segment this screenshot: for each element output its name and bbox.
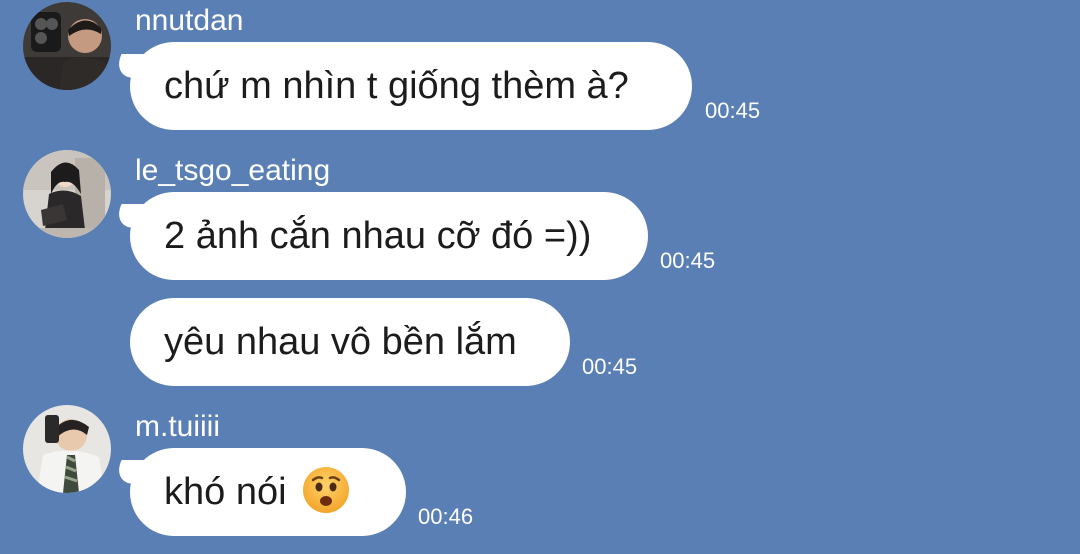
sender-name: le_tsgo_eating bbox=[135, 154, 331, 187]
message-timestamp: 00:45 bbox=[582, 354, 638, 379]
avatar-le-tsgo-eating[interactable] bbox=[23, 150, 111, 238]
message-timestamp: 00:45 bbox=[705, 98, 761, 123]
avatar-m-tuiiii[interactable] bbox=[23, 405, 111, 493]
avatar-photo-icon bbox=[23, 405, 111, 493]
sender-name: m.tuiiii bbox=[135, 410, 221, 443]
message-text: yêu nhau vô bền lắm bbox=[164, 321, 517, 363]
anxious-face-emoji-icon bbox=[301, 465, 351, 515]
message-text: 2 ảnh cắn nhau cỡ đó =)) bbox=[164, 215, 592, 257]
message-timestamp: 00:45 bbox=[660, 248, 716, 273]
avatar-nnutdan[interactable] bbox=[23, 2, 111, 90]
message-bubble[interactable]: yêu nhau vô bền lắm bbox=[130, 298, 570, 386]
message-timestamp: 00:46 bbox=[418, 504, 474, 529]
message-bubble[interactable]: chứ m nhìn t giống thèm à? bbox=[130, 42, 692, 130]
chat-thread: nnutdan chứ m nhìn t giống thèm à? 00:45… bbox=[0, 0, 1080, 554]
avatar-photo-icon bbox=[23, 2, 111, 90]
message-text: khó nói bbox=[164, 471, 287, 513]
avatar-photo-icon bbox=[23, 150, 111, 238]
message-text: chứ m nhìn t giống thèm à? bbox=[164, 65, 629, 107]
message-bubble[interactable]: khó nói bbox=[130, 448, 406, 536]
message-bubble[interactable]: 2 ảnh cắn nhau cỡ đó =)) bbox=[130, 192, 648, 280]
sender-name: nnutdan bbox=[135, 4, 244, 37]
